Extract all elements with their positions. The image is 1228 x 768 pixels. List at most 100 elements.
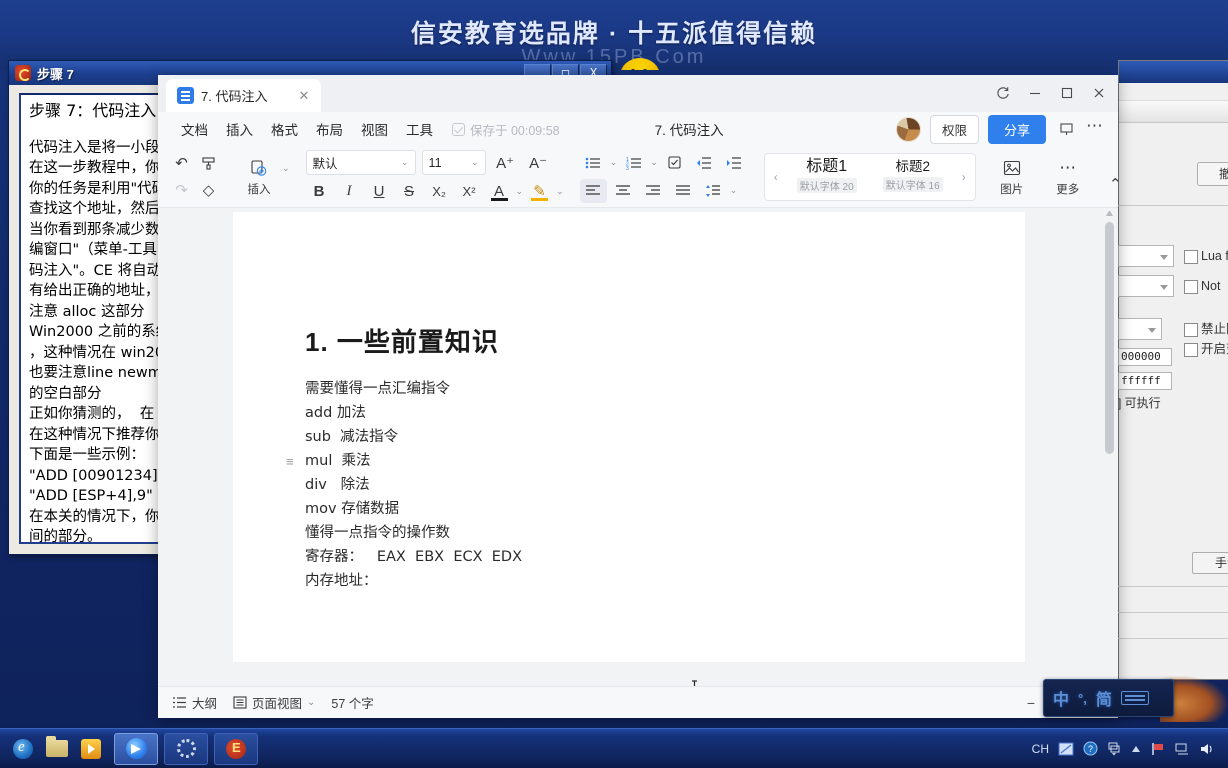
document-page[interactable]: 1. 一些前置知识 需要懂得一点汇编指令 add 加法 sub 减法指令 mul 乘法… — [233, 212, 1025, 686]
chevron-down-icon[interactable]: ⌄ — [282, 163, 290, 174]
chevron-down-icon[interactable]: ⌄ — [556, 186, 564, 197]
align-center-icon[interactable] — [610, 179, 637, 203]
memory-region-combo[interactable] — [1118, 318, 1162, 340]
document-line[interactable]: 需要懂得一点汇编指令 — [305, 377, 522, 401]
shrink-font-icon[interactable]: A⁻ — [525, 151, 552, 175]
menu-bar[interactable]: 文档 插入 格式 布局 视图 工具 保存于 00:09:58 7. 代码注入 权… — [158, 112, 1118, 146]
picture-icon[interactable] — [998, 156, 1025, 180]
system-tray[interactable]: CH ? — [1032, 741, 1222, 756]
tab-document[interactable]: 7. 代码注入 ✕ — [166, 79, 321, 112]
insert-icon[interactable] — [246, 156, 273, 180]
ime-punctuation-icon[interactable]: °, — [1078, 691, 1087, 706]
quick-launch-ie[interactable] — [6, 733, 40, 765]
scan-type-combo[interactable] — [1118, 245, 1174, 267]
more-dots-icon[interactable]: ⋯ — [1054, 156, 1081, 180]
align-right-icon[interactable] — [640, 179, 667, 203]
tray-language-indicator[interactable]: CH — [1032, 742, 1049, 756]
menu-item-document[interactable]: 文档 — [172, 116, 217, 142]
strikethrough-button[interactable]: S — [396, 179, 423, 203]
chevron-down-icon[interactable]: ⌄ — [516, 186, 524, 197]
chevron-down-icon[interactable]: ⌄ — [650, 157, 658, 168]
chevron-down-icon[interactable]: ⌄ — [610, 157, 618, 168]
wps-writer-window[interactable]: 7. 代码注入 ✕ 文档 插入 格式 布局 视图 工具 保存于 00:09:58… — [158, 75, 1118, 718]
style-heading-1[interactable]: 标题1 默认字体 20 — [785, 156, 869, 197]
superscript-button[interactable]: X² — [456, 179, 483, 203]
menu-item-layout[interactable]: 布局 — [307, 116, 352, 142]
maximize-button[interactable] — [1052, 80, 1082, 106]
volume-icon[interactable] — [1199, 742, 1214, 756]
quick-launch-explorer[interactable] — [40, 733, 74, 765]
tab-close-icon[interactable]: ✕ — [295, 87, 313, 105]
document-line[interactable]: mov 存储数据 — [305, 497, 522, 521]
font-size-select[interactable]: 11 ⌄ — [421, 150, 486, 175]
cheat-engine-menubar[interactable] — [1119, 83, 1228, 101]
style-gallery[interactable]: ‹ 标题1 默认字体 20 标题2 默认字体 16 › — [763, 152, 976, 201]
undo-icon[interactable]: ↶ — [168, 151, 195, 175]
bullet-list-icon[interactable] — [580, 151, 607, 175]
menu-item-view[interactable]: 视图 — [352, 116, 397, 142]
header-actions[interactable]: 权限 分享 ⋯ — [895, 114, 1104, 144]
presentation-icon[interactable] — [1055, 118, 1077, 140]
document-line[interactable]: 内存地址： — [305, 569, 522, 593]
style-next-icon[interactable]: › — [957, 170, 971, 184]
paragraph-handle-icon[interactable]: ≡ — [286, 454, 294, 469]
close-button[interactable] — [1084, 80, 1114, 106]
style-prev-icon[interactable]: ‹ — [769, 170, 783, 184]
document-line[interactable]: 寄存器： EAX EBX ECX EDX — [305, 545, 522, 569]
subscript-button[interactable]: X₂ — [426, 179, 453, 203]
font-name-select[interactable]: 默认 ⌄ — [305, 150, 416, 175]
enable-change-checkbox[interactable]: 开启变 — [1184, 342, 1228, 357]
format-painter-icon[interactable] — [195, 151, 222, 175]
document-line[interactable]: mul 乘法 — [305, 449, 522, 473]
manual-scan-button[interactable]: 手动 — [1192, 552, 1228, 574]
undo-scan-button[interactable]: 撤销扫 — [1197, 162, 1228, 186]
word-count[interactable]: 57 个字 — [331, 693, 373, 712]
ime-simplified-button[interactable]: 简 — [1096, 686, 1112, 710]
redo-icon[interactable]: ↷ — [168, 178, 195, 202]
window-controls[interactable] — [988, 80, 1114, 106]
vertical-scrollbar[interactable] — [1104, 208, 1115, 686]
help-icon[interactable]: ? — [1083, 741, 1098, 756]
refresh-icon[interactable] — [988, 80, 1018, 106]
cheat-engine-window[interactable]: _ □ — [1118, 60, 1228, 680]
grow-font-icon[interactable]: A⁺ — [492, 151, 519, 175]
document-line[interactable]: sub 减法指令 — [305, 425, 522, 449]
start-address-field[interactable]: 000000 — [1118, 348, 1172, 366]
permission-button[interactable]: 权限 — [929, 114, 979, 144]
taskbar-button-settings[interactable] — [164, 732, 208, 765]
menu-item-tools[interactable]: 工具 — [397, 116, 442, 142]
document-body[interactable]: 需要懂得一点汇编指令 add 加法 sub 减法指令 mul 乘法 div 除法 mov … — [305, 377, 522, 593]
menu-item-insert[interactable]: 插入 — [217, 116, 262, 142]
collapse-ribbon-icon[interactable]: ⌃ — [1102, 172, 1118, 196]
clear-format-icon[interactable]: ◇ — [195, 178, 222, 202]
share-button[interactable]: 分享 — [987, 114, 1046, 144]
more-options-icon[interactable]: ⋯ — [1086, 116, 1104, 142]
document-canvas[interactable]: 1. 一些前置知识 需要懂得一点汇编指令 add 加法 sub 减法指令 mul 乘法… — [158, 208, 1118, 686]
outline-view-button[interactable]: 大纲 — [172, 693, 217, 712]
highlight-button[interactable]: ✎ — [526, 179, 553, 203]
taskbar-button-wps[interactable] — [114, 732, 158, 765]
ime-chinese-mode-button[interactable]: 中 — [1053, 686, 1069, 710]
underline-button[interactable]: U — [366, 179, 393, 203]
quick-launch-media-player[interactable] — [74, 733, 108, 765]
network-icon[interactable] — [1175, 742, 1190, 756]
arrow-up-icon[interactable] — [1130, 744, 1142, 754]
shield-icon[interactable] — [1058, 742, 1074, 756]
value-type-combo[interactable] — [1118, 275, 1174, 297]
cheat-engine-toolbar[interactable] — [1119, 101, 1228, 123]
minimize-button[interactable] — [1020, 80, 1050, 106]
document-tab-strip[interactable]: 7. 代码注入 ✕ — [158, 75, 1118, 112]
style-heading-2[interactable]: 标题2 默认字体 16 — [871, 157, 955, 196]
increase-indent-icon[interactable] — [721, 151, 748, 175]
lua-formula-checkbox[interactable]: Lua fo — [1184, 249, 1228, 264]
chevron-down-icon[interactable]: ⌄ — [307, 697, 315, 708]
not-checkbox[interactable]: Not — [1184, 279, 1220, 294]
window-stack-icon[interactable] — [1107, 742, 1121, 756]
status-bar[interactable]: 大纲 页面视图 ⌄ 57 个字 − 100% + — [158, 686, 1118, 718]
font-color-button[interactable]: A — [486, 179, 513, 203]
avatar[interactable] — [895, 116, 921, 142]
document-line[interactable]: 懂得一点指令的操作数 — [305, 521, 522, 545]
numbered-list-icon[interactable]: 123 — [620, 151, 647, 175]
chevron-down-icon[interactable]: ⌄ — [730, 185, 738, 196]
decrease-indent-icon[interactable] — [691, 151, 718, 175]
